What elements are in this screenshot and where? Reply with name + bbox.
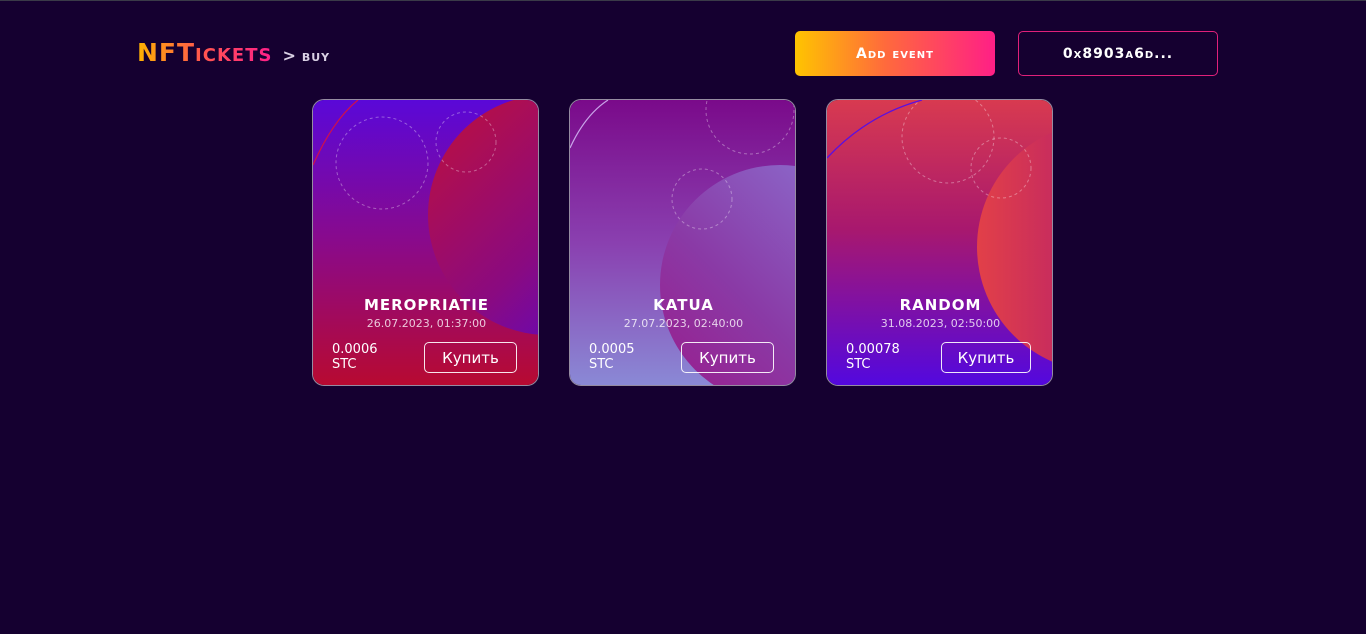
event-date: 31.08.2023, 02:50:00 — [880, 317, 1001, 330]
brand-logo[interactable]: NFTickets — [137, 38, 272, 67]
price-value: 0.0006 — [332, 342, 378, 357]
event-title: MEROPRIATIE — [363, 296, 490, 314]
event-card: KATUA 27.07.2023, 02:40:00 0.0005 STC Ку… — [569, 99, 796, 386]
buy-button[interactable]: Купить — [424, 342, 517, 373]
breadcrumb: NFTickets > buy — [137, 38, 330, 68]
wallet-address-button[interactable]: 0x8903a6d... — [1018, 31, 1218, 76]
event-date: 27.07.2023, 02:40:00 — [623, 317, 744, 330]
event-title: KATUA — [653, 296, 714, 314]
breadcrumb-separator-icon: > — [282, 46, 296, 65]
price-value: 0.00078 — [846, 342, 900, 357]
event-price: 0.00078 STC — [846, 342, 926, 372]
event-card: RANDOM 31.08.2023, 02:50:00 0.00078 STC … — [826, 99, 1053, 386]
app-header: NFTickets > buy Add event 0x8903a6d... — [0, 0, 1366, 90]
add-event-button[interactable]: Add event — [795, 31, 995, 76]
event-price: 0.0006 STC — [332, 342, 412, 372]
price-value: 0.0005 — [589, 342, 635, 357]
event-date: 26.07.2023, 01:37:00 — [366, 317, 487, 330]
event-card: MEROPRIATIE 26.07.2023, 01:37:00 0.0006 … — [312, 99, 539, 386]
event-title: RANDOM — [899, 296, 982, 314]
price-currency: STC — [846, 357, 871, 372]
event-price: 0.0005 STC — [589, 342, 669, 372]
buy-button[interactable]: Купить — [681, 342, 774, 373]
buy-button[interactable]: Купить — [941, 342, 1031, 373]
price-currency: STC — [589, 357, 614, 372]
price-currency: STC — [332, 357, 357, 372]
breadcrumb-current-page: buy — [301, 46, 331, 65]
